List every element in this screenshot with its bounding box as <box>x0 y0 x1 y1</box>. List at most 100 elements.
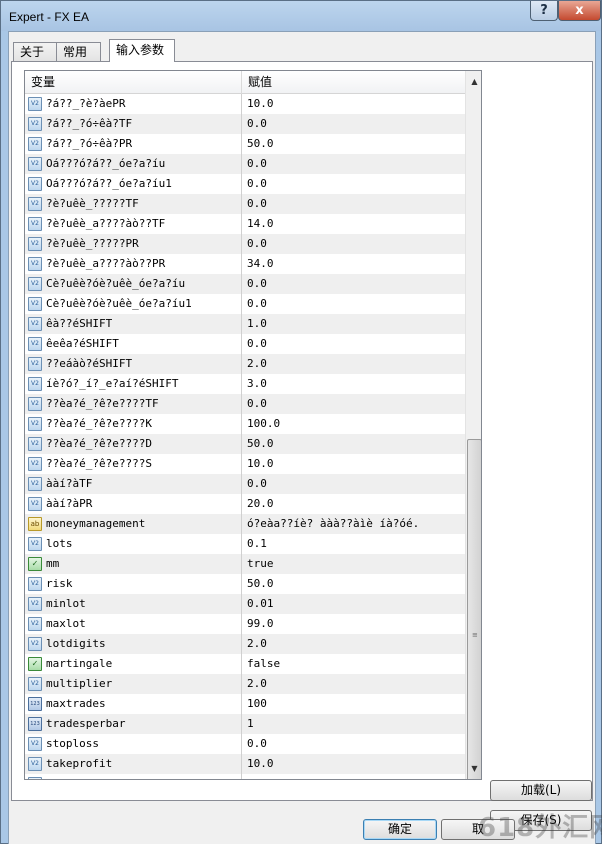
parameter-value[interactable]: 50.0 <box>243 434 465 454</box>
parameter-row[interactable]: V2 íè?ó?_í?_e?aí?éSHIFT 3.0 <box>25 374 465 394</box>
parameter-row[interactable]: V2 multiplier 2.0 <box>25 674 465 694</box>
parameter-value[interactable]: 0.0 <box>243 274 465 294</box>
parameter-row[interactable]: V2 risk 50.0 <box>25 574 465 594</box>
parameter-row[interactable]: V2 Cè?uêè?óè?uêè_óe?a?íu 0.0 <box>25 274 465 294</box>
parameter-value[interactable]: 0.0 <box>243 334 465 354</box>
parameter-row[interactable]: V2 ??èa?é_?ê?e????K 100.0 <box>25 414 465 434</box>
parameter-value[interactable]: 0.0 <box>243 194 465 214</box>
parameter-value[interactable]: 50.0 <box>243 134 465 154</box>
parameter-row[interactable]: V2 ??èa?é_?ê?e????TF 0.0 <box>25 394 465 414</box>
vertical-scrollbar[interactable]: ▲ ≡ ▼ <box>465 71 481 779</box>
parameter-value[interactable]: 2.0 <box>243 674 465 694</box>
parameter-name: ??èa?é_?ê?e????S <box>45 454 242 474</box>
parameter-value[interactable]: 99.0 <box>243 614 465 634</box>
parameter-value[interactable]: 0.0 <box>243 734 465 754</box>
load-button[interactable]: 加载(L) <box>490 780 592 801</box>
parameter-value[interactable]: 0.0 <box>243 394 465 414</box>
tab-about[interactable]: 关于 <box>13 42 57 61</box>
title-bar[interactable]: Expert - FX EA ? x <box>1 1 601 31</box>
parameter-row[interactable]: V2 maxlot 99.0 <box>25 614 465 634</box>
parameter-row[interactable]: V2 ?è?uêè_?????TF 0.0 <box>25 194 465 214</box>
grip-icon: ≡ <box>472 631 478 639</box>
parameter-value[interactable]: 2.0 <box>243 354 465 374</box>
parameter-row[interactable]: V2 ?è?uêè_?????PR 0.0 <box>25 234 465 254</box>
parameter-row[interactable]: V2 ??eáàò?éSHIFT 2.0 <box>25 354 465 374</box>
close-button[interactable]: x <box>558 1 601 21</box>
parameter-row[interactable]: V2 ààí?àPR 20.0 <box>25 494 465 514</box>
double-type-icon: V2 <box>28 257 42 271</box>
parameter-value[interactable]: 20.0 <box>243 494 465 514</box>
parameter-row[interactable]: V2 êà??éSHIFT 1.0 <box>25 314 465 334</box>
double-type-icon: V2 <box>28 577 42 591</box>
parameter-value[interactable]: 0.0 <box>243 294 465 314</box>
tab-common[interactable]: 常用 <box>56 42 101 61</box>
parameter-row[interactable]: V2 ?á??_?ó÷êà?PR 50.0 <box>25 134 465 154</box>
help-button[interactable]: ? <box>530 1 558 21</box>
parameter-row[interactable]: ✓ martingale false <box>25 654 465 674</box>
parameter-row[interactable]: ✓ mm true <box>25 554 465 574</box>
parameter-name: martingale <box>45 654 242 674</box>
parameter-row[interactable]: V2 Cè?uêè?óè?uêè_óe?a?íu1 0.0 <box>25 294 465 314</box>
parameter-value[interactable]: true <box>243 554 465 574</box>
parameter-name: ??eáàò?éSHIFT <box>45 354 242 374</box>
parameter-row[interactable]: V2 stoploss 0.0 <box>25 734 465 754</box>
parameter-row[interactable]: V2 Oá???ó?á??_óe?a?íu1 0.0 <box>25 174 465 194</box>
parameter-value[interactable]: false <box>243 654 465 674</box>
parameter-row[interactable]: V2 ?è?uêè_a????àò??TF 14.0 <box>25 214 465 234</box>
double-type-icon: V2 <box>28 237 42 251</box>
parameter-value[interactable]: 34.0 <box>243 254 465 274</box>
parameter-name: ?è?uêè_?????TF <box>45 194 242 214</box>
parameter-value[interactable]: 0.0 <box>243 474 465 494</box>
parameter-value[interactable]: 10.0 <box>243 94 465 114</box>
parameter-row[interactable]: V2maxspread100.0 <box>25 774 465 779</box>
expert-dialog: Expert - FX EA ? x 关于 常用 输入参数 变量 赋值 V2 ?á… <box>0 0 602 844</box>
column-header-value[interactable]: 赋值 <box>242 71 465 94</box>
parameter-value[interactable]: 1 <box>243 714 465 734</box>
tab-inputs[interactable]: 输入参数 <box>109 39 175 62</box>
parameter-name: êà??éSHIFT <box>45 314 242 334</box>
bool-type-icon: ✓ <box>28 557 42 571</box>
parameter-value[interactable]: 0.01 <box>243 594 465 614</box>
parameter-value[interactable]: 14.0 <box>243 214 465 234</box>
double-type-icon: V2 <box>28 337 42 351</box>
scroll-thumb[interactable]: ≡ <box>467 439 481 779</box>
parameter-name: stoploss <box>45 734 242 754</box>
parameter-value[interactable]: 10.0 <box>243 454 465 474</box>
parameter-row[interactable]: V2 ààí?àTF 0.0 <box>25 474 465 494</box>
parameter-value[interactable]: 100.0 <box>243 414 465 434</box>
parameter-value[interactable]: 0.1 <box>243 534 465 554</box>
scroll-up-arrow-icon[interactable]: ▲ <box>466 73 481 90</box>
double-type-icon: V2 <box>28 137 42 151</box>
ok-button[interactable]: 确定 <box>363 819 437 840</box>
parameter-row[interactable]: 123 tradesperbar 1 <box>25 714 465 734</box>
parameter-row[interactable]: 123 maxtrades 100 <box>25 694 465 714</box>
parameter-value[interactable]: 1.0 <box>243 314 465 334</box>
scroll-down-arrow-icon[interactable]: ▼ <box>466 760 481 777</box>
parameter-row[interactable]: V2 minlot 0.01 <box>25 594 465 614</box>
parameter-value[interactable]: 50.0 <box>243 574 465 594</box>
parameter-value[interactable]: 100 <box>243 694 465 714</box>
parameter-row[interactable]: ab moneymanagement ó?eàa??íè? ààà??àìè íà?… <box>25 514 465 534</box>
parameter-row[interactable]: V2 Oá???ó?á??_óe?a?íu 0.0 <box>25 154 465 174</box>
parameter-value[interactable]: 3.0 <box>243 374 465 394</box>
parameter-value[interactable]: 100.0 <box>243 774 465 779</box>
parameter-row[interactable]: V2 ?á??_?ó÷êà?TF 0.0 <box>25 114 465 134</box>
parameter-row[interactable]: V2 ??èa?é_?ê?e????D 50.0 <box>25 434 465 454</box>
parameter-row[interactable]: V2 êeêa?éSHIFT 0.0 <box>25 334 465 354</box>
parameter-value[interactable]: 0.0 <box>243 174 465 194</box>
parameter-row[interactable]: V2 ?á??_?è?àеPR 10.0 <box>25 94 465 114</box>
parameter-value[interactable]: 0.0 <box>243 114 465 134</box>
double-type-icon: V2 <box>28 397 42 411</box>
parameter-row[interactable]: V2 ??èa?é_?ê?e????S 10.0 <box>25 454 465 474</box>
parameter-row[interactable]: V2 takeprofit 10.0 <box>25 754 465 774</box>
parameter-value[interactable]: 0.0 <box>243 154 465 174</box>
parameter-value[interactable]: 2.0 <box>243 634 465 654</box>
parameter-value[interactable]: 10.0 <box>243 754 465 774</box>
parameter-value[interactable]: ó?eàa??íè? ààà??àìè íà?óé. <box>243 514 465 534</box>
parameter-row[interactable]: V2 ?è?uêè_a????àò??PR 34.0 <box>25 254 465 274</box>
parameter-row[interactable]: V2 lotdigits 2.0 <box>25 634 465 654</box>
double-type-icon: V2 <box>28 277 42 291</box>
parameter-value[interactable]: 0.0 <box>243 234 465 254</box>
parameter-row[interactable]: V2 lots 0.1 <box>25 534 465 554</box>
column-header-variable[interactable]: 变量 <box>25 71 242 94</box>
